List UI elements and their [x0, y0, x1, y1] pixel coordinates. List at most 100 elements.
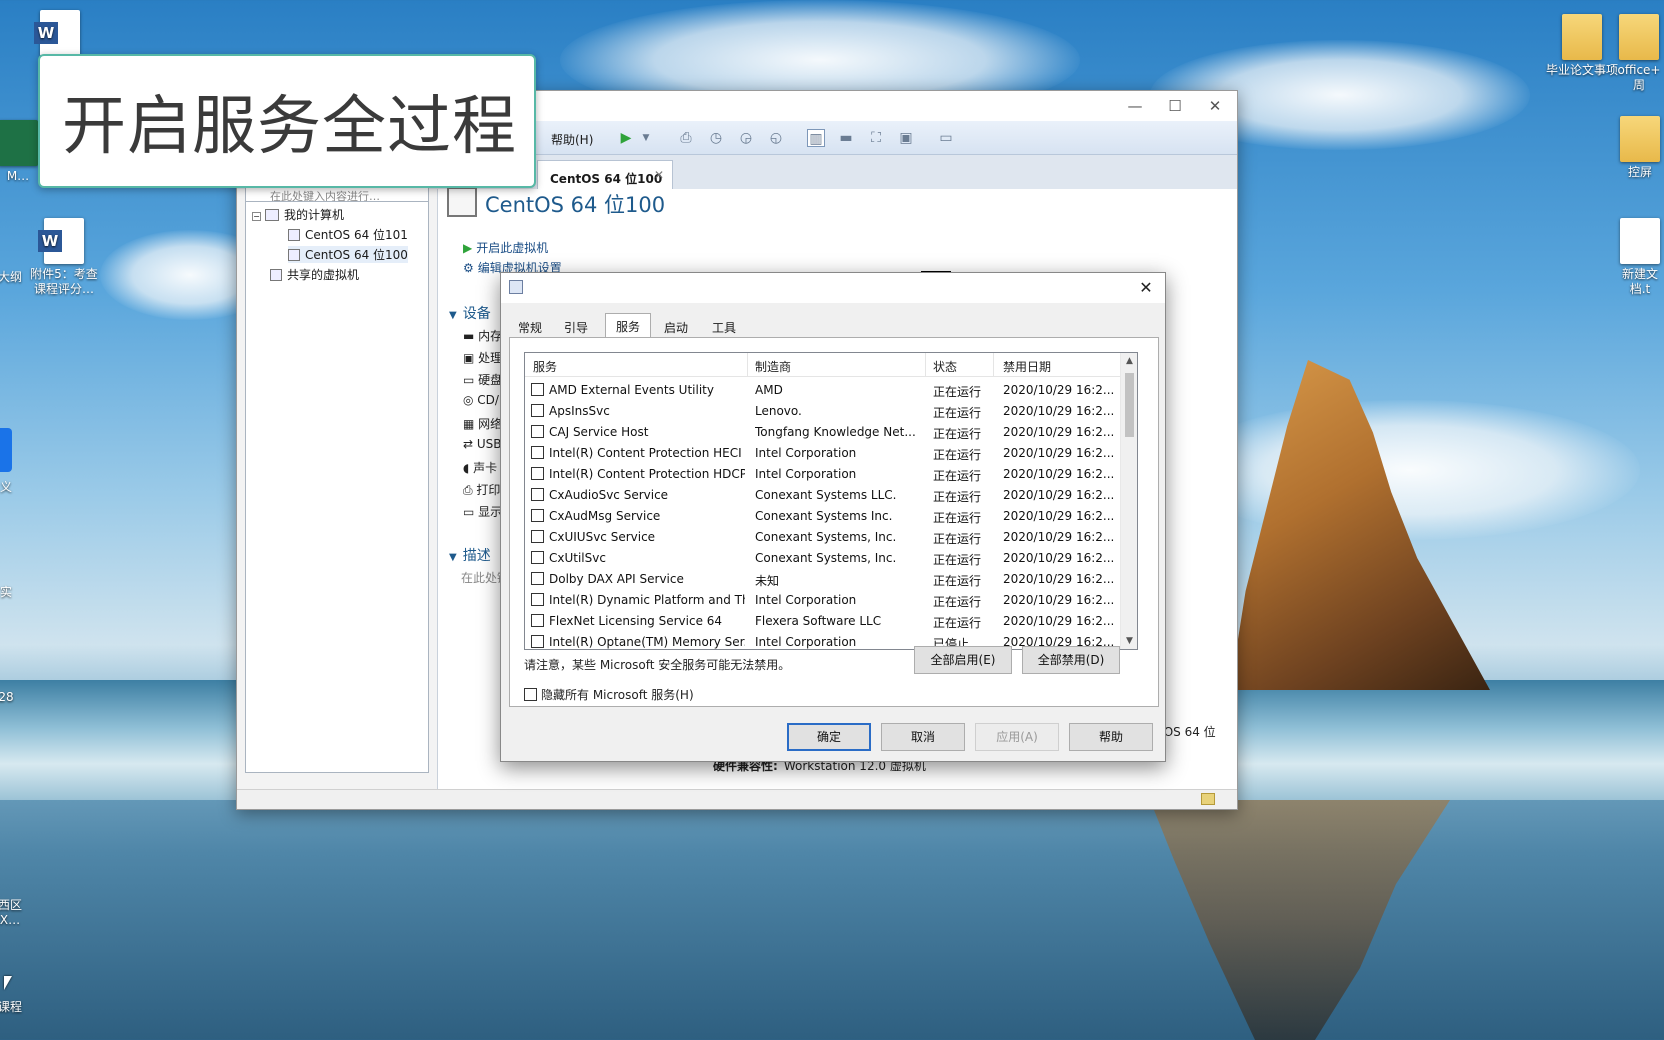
service-checkbox[interactable]: [531, 509, 544, 522]
play-icon: ▶: [463, 241, 473, 255]
tree-vm-100[interactable]: CentOS 64 位100: [288, 246, 408, 263]
service-manufacturer: Conexant Systems, Inc.: [755, 530, 897, 544]
disable-all-button[interactable]: 全部禁用(D): [1022, 646, 1120, 674]
desktop-icon-text[interactable]: 新建文 档.t: [1610, 218, 1664, 297]
service-row[interactable]: CxUIUSvc Service Conexant Systems, Inc. 正在…: [525, 526, 1121, 547]
scroll-up-icon[interactable]: ▲: [1121, 353, 1137, 369]
tab-startup[interactable]: 启动: [655, 315, 697, 337]
message-log-icon[interactable]: [1201, 793, 1215, 805]
device-printer[interactable]: ⎙ 打印: [463, 481, 500, 498]
chevron-down-icon[interactable]: ▼: [637, 129, 655, 147]
service-checkbox[interactable]: [531, 551, 544, 564]
tab-general[interactable]: 常规: [509, 315, 551, 337]
column-status[interactable]: 状态: [933, 358, 957, 375]
service-checkbox[interactable]: [531, 635, 544, 648]
service-name: ApsInsSvc: [549, 404, 610, 418]
hide-ms-services-checkbox[interactable]: 隐藏所有 Microsoft 服务(H): [524, 686, 694, 703]
enable-all-button[interactable]: 全部启用(E): [914, 646, 1012, 674]
tree-my-computer[interactable]: − 我的计算机: [252, 206, 344, 223]
service-checkbox[interactable]: [531, 383, 544, 396]
device-disk[interactable]: ▭ 硬盘: [463, 371, 502, 388]
service-checkbox[interactable]: [531, 614, 544, 627]
scroll-thumb[interactable]: [1125, 373, 1134, 437]
service-row[interactable]: CAJ Service Host Tongfang Knowledge Net..…: [525, 421, 1121, 442]
desktop-icon-word-2[interactable]: 附件5：考查 课程评分…: [24, 218, 104, 297]
service-manufacturer: Conexant Systems Inc.: [755, 509, 893, 523]
device-cpu[interactable]: ▣ 处理: [463, 349, 502, 366]
device-usb[interactable]: ⇄ USB: [463, 437, 502, 451]
service-checkbox[interactable]: [531, 446, 544, 459]
close-tab-icon[interactable]: ✕: [654, 168, 664, 182]
ok-button[interactable]: 确定: [787, 723, 871, 751]
checkbox[interactable]: [524, 688, 537, 701]
desktop-icon-folder-2[interactable]: office+ 周: [1604, 14, 1664, 93]
column-date-disabled[interactable]: 禁用日期: [1003, 358, 1051, 375]
snapshot-manager-icon[interactable]: ◵: [767, 129, 785, 147]
tree-shared-vms[interactable]: 共享的虚拟机: [270, 266, 359, 283]
service-row[interactable]: CxUtilSvc Conexant Systems, Inc. 正在运行 2020/…: [525, 547, 1121, 568]
tree-vm-101[interactable]: CentOS 64 位101: [288, 226, 408, 243]
maximize-icon[interactable]: ☐: [1155, 93, 1195, 119]
show-library-icon[interactable]: ▥: [807, 129, 825, 147]
desktop-icon-folder-3[interactable]: 控屏: [1610, 116, 1664, 180]
device-network[interactable]: ▦ 网络: [463, 415, 502, 432]
service-row[interactable]: AMD External Events Utility AMD 正在运行 2020/1…: [525, 379, 1121, 400]
service-row[interactable]: ApsInsSvc Lenovo. 正在运行 2020/10/29 16:2...: [525, 400, 1121, 421]
services-list: 服务 制造商 状态 禁用日期 AMD External Events Utili…: [524, 352, 1138, 650]
close-icon[interactable]: ✕: [1195, 93, 1235, 119]
cancel-button[interactable]: 取消: [881, 723, 965, 751]
service-row[interactable]: Intel(R) Content Protection HDCP... Intel…: [525, 463, 1121, 484]
scrollbar[interactable]: ▲ ▼: [1120, 353, 1137, 649]
device-cdrom[interactable]: ◎ CD/: [463, 393, 499, 407]
help-button[interactable]: 帮助: [1069, 723, 1153, 751]
service-checkbox[interactable]: [531, 467, 544, 480]
console-view-icon[interactable]: ▭: [937, 129, 955, 147]
service-status: 正在运行: [933, 595, 982, 609]
snapshot-icon[interactable]: ◷: [707, 129, 725, 147]
revert-snapshot-icon[interactable]: ◶: [737, 129, 755, 147]
device-memory[interactable]: ▬ 内存: [463, 327, 502, 344]
power-on-icon[interactable]: ▶: [617, 129, 635, 147]
service-manufacturer: Intel Corporation: [755, 635, 857, 649]
send-keys-icon[interactable]: ⎙: [677, 129, 695, 147]
devices-section-header[interactable]: ▼ 设备: [449, 303, 491, 323]
service-checkbox[interactable]: [531, 488, 544, 501]
app-icon-partial[interactable]: [0, 428, 12, 472]
service-row[interactable]: CxAudMsg Service Conexant Systems Inc. 正在运…: [525, 505, 1121, 526]
description-section-header[interactable]: ▼ 描述: [449, 545, 491, 565]
service-manufacturer: Intel Corporation: [755, 467, 857, 481]
tab-centos-100[interactable]: CentOS 64 位100 ✕: [537, 160, 673, 189]
service-checkbox[interactable]: [531, 593, 544, 606]
tab-boot[interactable]: 引导: [555, 315, 597, 337]
fullscreen-icon[interactable]: ⛶: [867, 129, 885, 147]
power-on-vm-link[interactable]: ▶ 开启此虚拟机: [463, 239, 548, 256]
service-checkbox[interactable]: [531, 572, 544, 585]
service-status: 正在运行: [933, 553, 982, 567]
service-row[interactable]: Dolby DAX API Service 未知 正在运行 2020/10/29 16…: [525, 568, 1121, 589]
service-checkbox[interactable]: [531, 530, 544, 543]
device-sound[interactable]: ◖ 声卡: [463, 459, 497, 476]
service-row[interactable]: Intel(R) Content Protection HECI ... Inte…: [525, 442, 1121, 463]
minimize-icon[interactable]: —: [1115, 93, 1155, 119]
tab-tools[interactable]: 工具: [703, 315, 745, 337]
collapse-icon[interactable]: −: [252, 212, 261, 221]
tab-services[interactable]: 服务: [605, 313, 651, 339]
service-manufacturer: Flexera Software LLC: [755, 614, 882, 628]
usb-icon: ⇄: [463, 437, 477, 451]
apply-button[interactable]: 应用(A): [975, 723, 1059, 751]
rock-reflection: [1150, 800, 1450, 1040]
unity-icon[interactable]: ▣: [897, 129, 915, 147]
shared-vm-icon: [270, 269, 282, 281]
scroll-down-icon[interactable]: ▼: [1121, 633, 1137, 649]
menu-help[interactable]: 帮助(H): [551, 131, 593, 148]
thumbnail-icon[interactable]: ▬: [837, 129, 855, 147]
column-service[interactable]: 服务: [533, 358, 557, 375]
column-manufacturer[interactable]: 制造商: [755, 358, 791, 375]
device-display[interactable]: ▭ 显示: [463, 503, 502, 520]
service-checkbox[interactable]: [531, 404, 544, 417]
service-row[interactable]: FlexNet Licensing Service 64 Flexera Soft…: [525, 610, 1121, 631]
service-checkbox[interactable]: [531, 425, 544, 438]
service-row[interactable]: Intel(R) Dynamic Platform and Th... Intel…: [525, 589, 1121, 610]
close-icon[interactable]: ✕: [1135, 277, 1157, 299]
service-row[interactable]: CxAudioSvc Service Conexant Systems LLC. 正…: [525, 484, 1121, 505]
